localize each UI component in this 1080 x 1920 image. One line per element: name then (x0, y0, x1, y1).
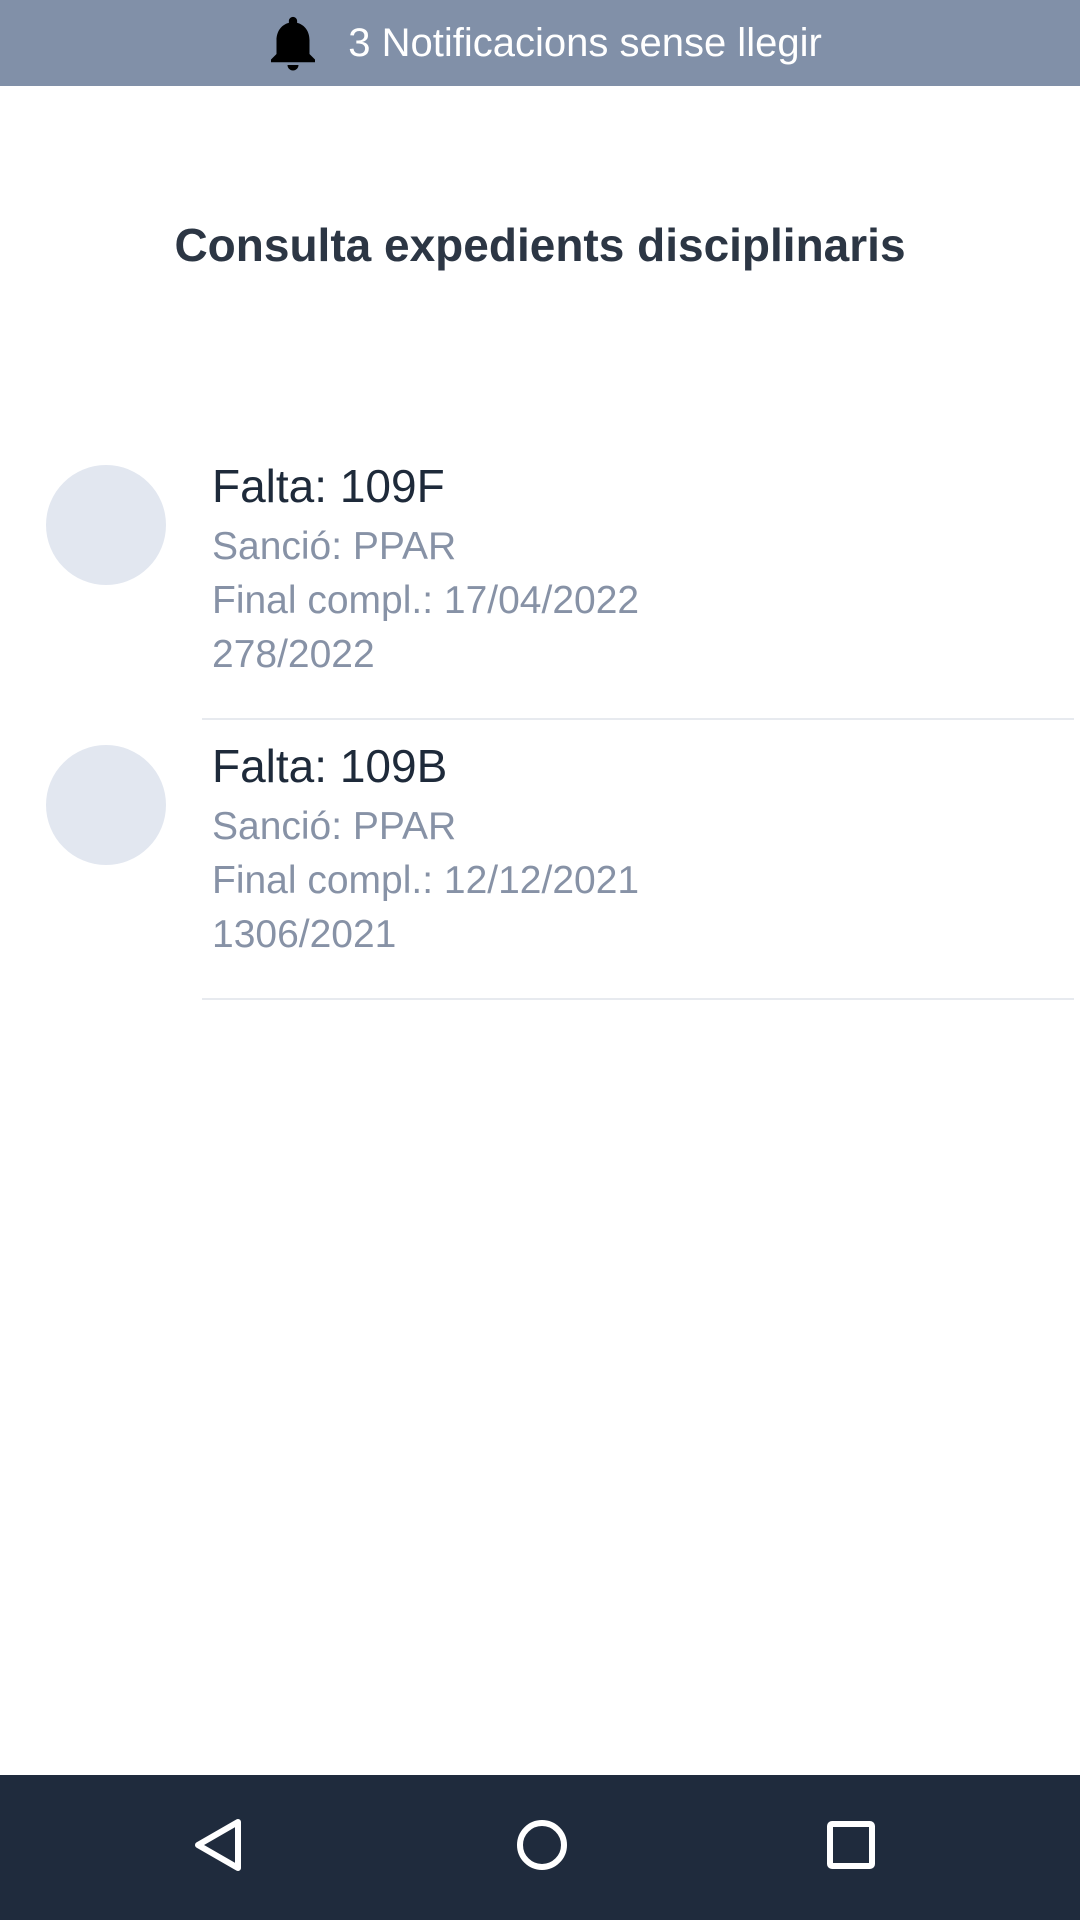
screen: 3 Notificacions sense llegir Consulta ex… (0, 0, 1080, 1920)
item-reference: 278/2022 (212, 633, 375, 676)
item-reference: 1306/2021 (212, 913, 397, 956)
list-item[interactable]: Falta: 109F Sanció: PPAR Final compl.: 1… (0, 440, 1080, 720)
divider (202, 998, 1074, 1000)
list-item[interactable]: Falta: 109B Sanció: PPAR Final compl.: 1… (0, 720, 1080, 1000)
item-sanction: Sanció: PPAR (212, 525, 457, 568)
list-item-body: Falta: 109F Sanció: PPAR Final compl.: 1… (212, 458, 1080, 682)
back-triangle-icon (190, 1817, 246, 1878)
item-title: Falta: 109F (212, 460, 445, 512)
notification-banner[interactable]: 3 Notificacions sense llegir (0, 0, 1080, 86)
item-title: Falta: 109B (212, 740, 448, 792)
avatar (46, 465, 166, 585)
notification-text: 3 Notificacions sense llegir (348, 21, 822, 65)
page-title: Consulta expedients disciplinaris (174, 219, 906, 271)
bell-icon (258, 8, 328, 78)
avatar (46, 745, 166, 865)
back-button[interactable] (168, 1797, 268, 1897)
system-nav-bar (0, 1775, 1080, 1920)
item-final-date: Final compl.: 12/12/2021 (212, 859, 640, 902)
recents-square-icon (825, 1819, 877, 1876)
list-item-body: Falta: 109B Sanció: PPAR Final compl.: 1… (212, 738, 1080, 962)
item-final-date: Final compl.: 17/04/2022 (212, 579, 640, 622)
recents-button[interactable] (801, 1797, 901, 1897)
home-circle-icon (514, 1817, 570, 1878)
item-sanction: Sanció: PPAR (212, 805, 457, 848)
home-button[interactable] (492, 1797, 592, 1897)
expedients-list: Falta: 109F Sanció: PPAR Final compl.: 1… (0, 440, 1080, 1000)
